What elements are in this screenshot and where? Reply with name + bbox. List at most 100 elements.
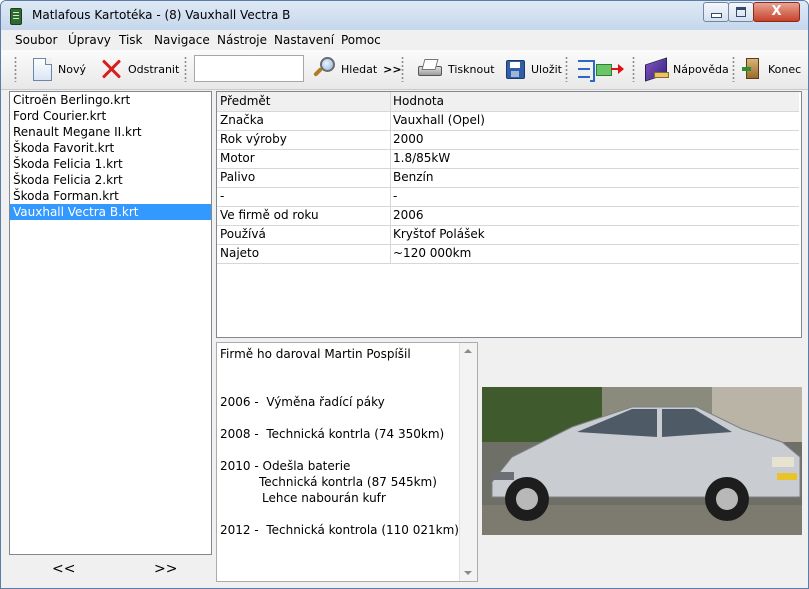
menu-pomoc[interactable]: Pomoc xyxy=(341,33,381,47)
toolbar-grip[interactable] xyxy=(14,56,17,82)
window-title: Matlafous Kartotéka - (8) Vauxhall Vectr… xyxy=(32,8,291,22)
list-item[interactable]: Škoda Felicia 1.krt xyxy=(10,156,211,172)
search-button-label: Hledat xyxy=(341,62,378,76)
maximize-button[interactable] xyxy=(728,2,754,22)
close-button[interactable]: X xyxy=(753,2,800,22)
note-line: 2012 - Technická kontrola (110 021km) xyxy=(220,523,459,537)
menu-nastaveni[interactable]: Nastavení xyxy=(274,33,334,47)
next-button[interactable]: >> xyxy=(154,561,177,577)
table-row[interactable]: Palivo Benzín xyxy=(217,168,799,188)
exit-button[interactable]: Konec xyxy=(742,55,801,83)
toolbar-grip[interactable] xyxy=(732,56,735,82)
grid-key: Palivo xyxy=(220,170,256,184)
toolbar-grip[interactable] xyxy=(632,56,635,82)
list-item[interactable]: Škoda Felicia 2.krt xyxy=(10,172,211,188)
search-input[interactable] xyxy=(194,55,304,82)
toolbar-grip[interactable] xyxy=(184,56,187,82)
column-header-key[interactable]: Předmět xyxy=(220,94,270,108)
list-item[interactable]: Citroën Berlingo.krt xyxy=(10,92,211,108)
menu-tisk[interactable]: Tisk xyxy=(119,33,143,47)
grid-value: 2000 xyxy=(393,132,424,146)
grid-value: Benzín xyxy=(393,170,434,184)
card-file-icon xyxy=(10,8,22,25)
grid-header: Předmět Hodnota xyxy=(217,92,799,112)
exit-button-label: Konec xyxy=(768,62,802,76)
grid-key: Ve firmě od roku xyxy=(220,208,319,222)
properties-grid[interactable]: Předmět Hodnota Značka Vauxhall (Opel) R… xyxy=(216,91,802,338)
delete-button-label: Odstranit xyxy=(128,62,180,76)
grid-key: Najeto xyxy=(220,246,260,260)
help-button-label: Nápověda xyxy=(673,62,729,76)
note-line: 2010 - Odešla baterie xyxy=(220,459,351,473)
note-line: Technická kontrla (87 545km) xyxy=(259,475,437,489)
toolbar: Nový Odstranit Hledat >> Tisknout Uložit xyxy=(1,50,808,90)
save-button[interactable]: Uložit xyxy=(506,55,562,83)
table-row[interactable]: Najeto ~120 000km xyxy=(217,244,799,264)
toolbar-grip[interactable] xyxy=(401,56,404,82)
table-row[interactable]: Motor 1.8/85kW xyxy=(217,149,799,169)
list-item[interactable]: Škoda Forman.krt xyxy=(10,188,211,204)
grid-value: ~120 000km xyxy=(393,246,472,260)
scroll-down-arrow-icon[interactable] xyxy=(464,571,472,575)
new-button-label: Nový xyxy=(58,62,86,76)
grid-key: Používá xyxy=(220,227,266,241)
file-list[interactable]: Citroën Berlingo.krt Ford Courier.krt Re… xyxy=(9,91,212,555)
menu-nastroje[interactable]: Nástroje xyxy=(217,33,267,47)
exit-door-icon xyxy=(742,58,762,80)
delete-button[interactable]: Odstranit xyxy=(100,55,179,83)
magnifier-icon xyxy=(311,57,335,81)
floppy-disk-icon xyxy=(506,59,525,79)
grid-key: Rok výroby xyxy=(220,132,287,146)
menu-soubor[interactable]: Soubor xyxy=(15,33,57,47)
sync-transfer-icon xyxy=(575,57,624,82)
grid-value: 1.8/85kW xyxy=(393,151,451,165)
table-row[interactable]: Rok výroby 2000 xyxy=(217,130,799,150)
sync-button[interactable] xyxy=(575,55,624,83)
new-button[interactable]: Nový xyxy=(33,55,86,83)
grid-value: 2006 xyxy=(393,208,424,222)
list-item[interactable]: Ford Courier.krt xyxy=(10,108,211,124)
table-row[interactable]: Značka Vauxhall (Opel) xyxy=(217,111,799,131)
grid-key: - xyxy=(220,189,225,203)
printer-icon xyxy=(418,59,442,79)
help-book-icon xyxy=(645,59,669,79)
menu-navigace[interactable]: Navigace xyxy=(154,33,210,47)
menu-upravy[interactable]: Úpravy xyxy=(68,33,111,47)
car-photo-illustration xyxy=(482,387,802,535)
column-header-value[interactable]: Hodnota xyxy=(393,94,444,108)
search-arrows: >> xyxy=(383,62,402,76)
grid-value: Kryštof Polášek xyxy=(393,227,485,241)
search-button[interactable]: Hledat >> xyxy=(311,55,402,83)
navigation-bar: << >> xyxy=(9,557,212,583)
help-button[interactable]: Nápověda xyxy=(645,55,729,83)
table-row[interactable]: Ve firmě od roku 2006 xyxy=(217,206,799,226)
car-photo xyxy=(482,387,802,535)
title-bar[interactable]: Matlafous Kartotéka - (8) Vauxhall Vectr… xyxy=(1,1,808,30)
grid-key: Motor xyxy=(220,151,255,165)
note-line: Firmě ho daroval Martin Pospíšil xyxy=(220,347,411,361)
list-item-selected[interactable]: Vauxhall Vectra B.krt xyxy=(10,204,211,220)
print-button[interactable]: Tisknout xyxy=(418,55,495,83)
grid-key: Značka xyxy=(220,113,264,127)
list-item[interactable]: Škoda Favorit.krt xyxy=(10,140,211,156)
new-document-icon xyxy=(33,57,52,81)
print-button-label: Tisknout xyxy=(448,62,495,76)
menu-bar: Soubor Úpravy Tisk Navigace Nástroje Nas… xyxy=(1,30,808,51)
grid-value: Vauxhall (Opel) xyxy=(393,113,485,127)
list-item[interactable]: Renault Megane II.krt xyxy=(10,124,211,140)
notes-scrollbar[interactable] xyxy=(459,343,477,581)
close-icon: X xyxy=(771,4,782,19)
note-line: 2006 - Výměna řadící páky xyxy=(220,395,385,409)
note-line: 2008 - Technická kontrla (74 350km) xyxy=(220,427,445,441)
delete-x-icon xyxy=(100,58,122,80)
minimize-button[interactable] xyxy=(703,2,729,22)
table-row[interactable]: Používá Kryštof Polášek xyxy=(217,225,799,245)
notes-textarea[interactable]: Firmě ho daroval Martin Pospíšil 2006 - … xyxy=(216,342,478,582)
scroll-up-arrow-icon[interactable] xyxy=(464,349,472,353)
table-row[interactable]: - - xyxy=(217,187,799,207)
toolbar-grip[interactable] xyxy=(565,56,568,82)
note-line: Lehce nabourán kufr xyxy=(262,491,386,505)
grid-value: - xyxy=(393,189,398,203)
prev-button[interactable]: << xyxy=(52,561,75,577)
save-button-label: Uložit xyxy=(531,62,562,76)
